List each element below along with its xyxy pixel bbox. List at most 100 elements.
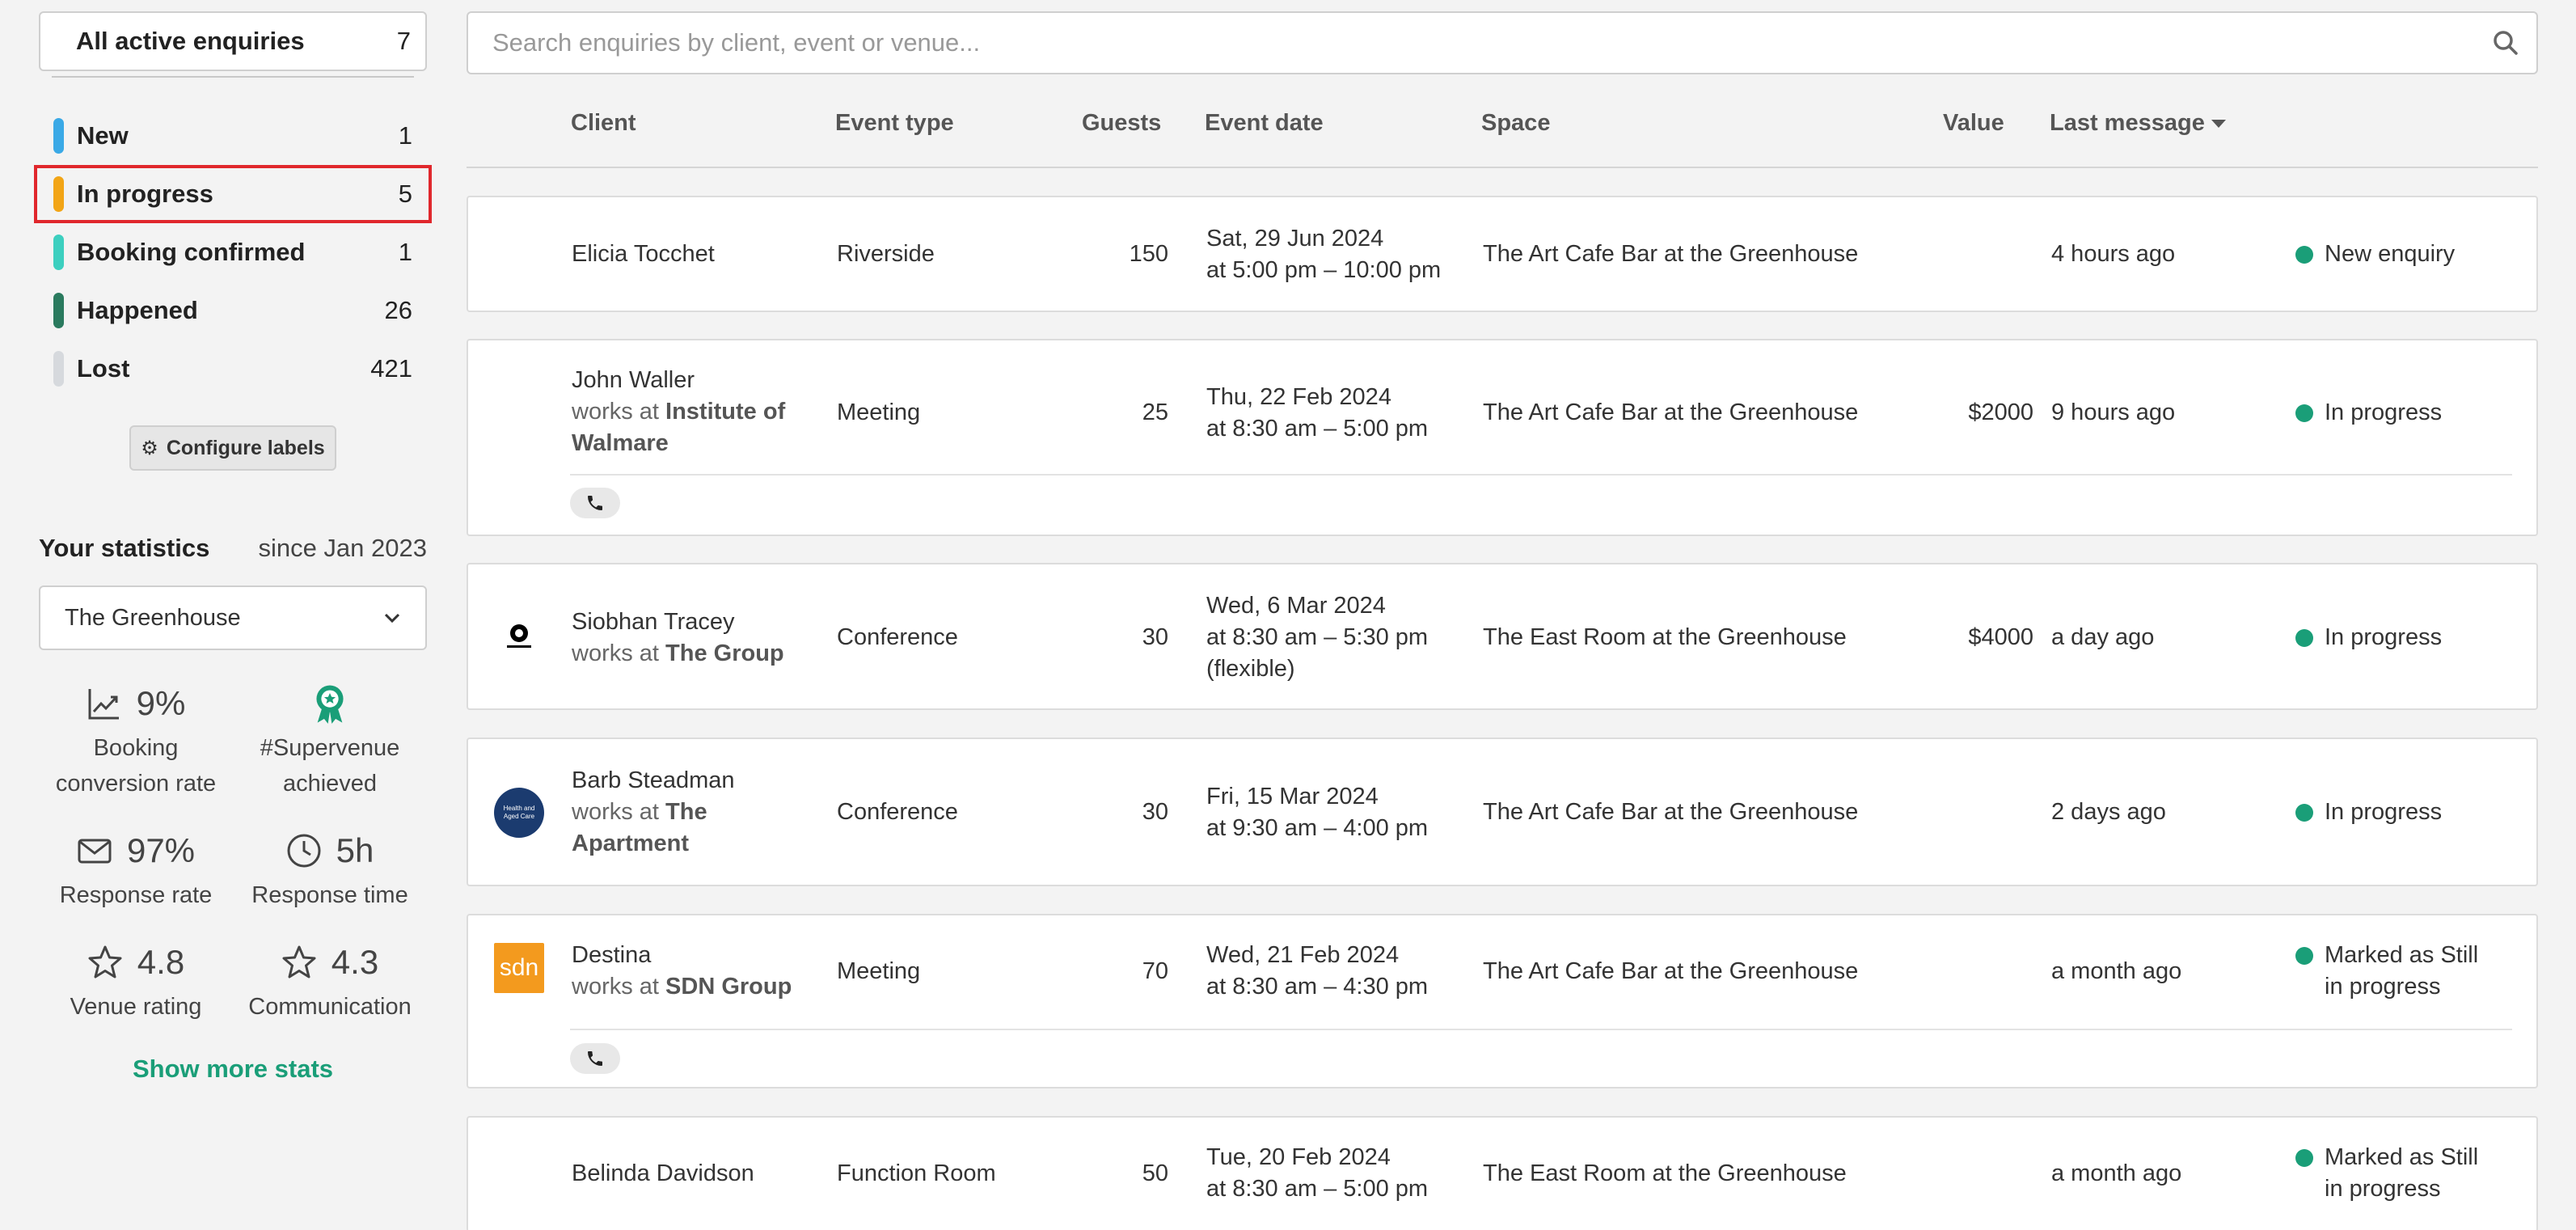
- event-date-day: Fri, 15 Mar 2024: [1206, 784, 1379, 809]
- column-header-event-date[interactable]: Event date: [1205, 110, 1324, 137]
- label-color-marker: [53, 293, 64, 328]
- filter-count: 7: [396, 27, 411, 55]
- enquiries-panel: Client Event type Guests Event date Spac…: [467, 11, 2538, 1230]
- enquiry-value: $2000: [1968, 399, 2033, 425]
- company-logo: [494, 611, 544, 661]
- event-date-time: at 8:30 am – 5:30 pm: [1206, 624, 1429, 650]
- event-date: Sat, 29 Jun 2024 at 5:00 pm – 10:00 pm: [1206, 223, 1441, 286]
- guest-count: 25: [1142, 399, 1168, 425]
- stat-response-rate: 97% Response rate: [39, 826, 233, 911]
- client-company: SDN Group: [665, 974, 792, 1000]
- label-count: 26: [384, 296, 412, 324]
- guest-count: 30: [1142, 799, 1168, 825]
- stat-label: achieved: [282, 771, 378, 797]
- label-count: 1: [398, 121, 412, 150]
- event-type: Conference: [837, 799, 958, 825]
- enquiry-row[interactable]: Elicia Tocchet Riverside 150 Sat, 29 Jun…: [467, 196, 2538, 312]
- client-info: Destina works at SDN Group: [572, 940, 792, 1003]
- search-icon[interactable]: [2493, 30, 2519, 56]
- status-dot: [2295, 404, 2313, 422]
- client-company: The Group: [665, 640, 784, 666]
- space-name: The Art Cafe Bar at the Greenhouse: [1483, 399, 1859, 425]
- column-header-event-type[interactable]: Event type: [835, 110, 954, 137]
- enquiry-row[interactable]: Siobhan Tracey works at The Group Confer…: [467, 563, 2538, 710]
- stat-label: #Supervenue: [260, 735, 400, 761]
- event-type: Riverside: [837, 241, 935, 267]
- event-date: Tue, 20 Feb 2024 at 8:30 am – 5:00 pm: [1206, 1142, 1428, 1205]
- event-date-time: at 8:30 am – 4:30 pm: [1206, 974, 1429, 1000]
- works-at-prefix: works at: [572, 799, 666, 825]
- event-type: Meeting: [837, 958, 921, 984]
- enquiry-row[interactable]: Belinda Davidson Function Room 50 Tue, 2…: [467, 1116, 2538, 1230]
- stat-booking-conversion: 9% Booking conversion rate: [39, 679, 233, 799]
- company-logo: Health and Aged Care: [494, 788, 544, 838]
- call-button[interactable]: [570, 1043, 620, 1074]
- all-active-enquiries-filter[interactable]: All active enquiries 7: [39, 11, 427, 71]
- column-header-value[interactable]: Value: [1943, 110, 2004, 137]
- client-name: Barb Steadman: [572, 767, 735, 793]
- sdn-logo-icon: sdn: [500, 954, 538, 981]
- show-more-stats-link[interactable]: Show more stats: [39, 1055, 427, 1084]
- event-date-time: at 9:30 am – 4:00 pm: [1206, 815, 1429, 841]
- last-message-time: a day ago: [2051, 624, 2155, 650]
- status-dot: [2295, 246, 2313, 264]
- guest-count: 30: [1142, 624, 1168, 650]
- event-type: Function Room: [837, 1160, 996, 1186]
- svg-text:sdn: sdn: [500, 954, 538, 981]
- call-button[interactable]: [570, 488, 620, 518]
- stat-supervenue: #Supervenue achieved: [233, 679, 427, 799]
- last-message-time: 2 days ago: [2051, 799, 2166, 825]
- event-type: Meeting: [837, 399, 921, 425]
- column-header-guests[interactable]: Guests: [1082, 110, 1161, 137]
- client-name: John Waller: [572, 367, 695, 393]
- status-badge: In progress: [2295, 797, 2442, 828]
- last-message-time: a month ago: [2051, 958, 2182, 984]
- status-text: New enquiry: [2325, 241, 2456, 267]
- column-header-space[interactable]: Space: [1481, 110, 1550, 137]
- client-info: John Waller works at Institute of Walmar…: [572, 365, 785, 459]
- guest-count: 50: [1142, 1160, 1168, 1186]
- column-header-client[interactable]: Client: [571, 110, 636, 137]
- search-input[interactable]: [492, 28, 2316, 57]
- event-date-day: Tue, 20 Feb 2024: [1206, 1144, 1391, 1170]
- works-at-prefix: works at: [572, 640, 666, 666]
- event-date-day: Wed, 21 Feb 2024: [1206, 942, 1400, 968]
- label-filter-lost[interactable]: Lost 421: [39, 340, 427, 398]
- phone-icon: [588, 496, 602, 510]
- status-dot: [2295, 629, 2313, 647]
- star-icon: [282, 945, 316, 979]
- table-header: Client Event type Guests Event date Spac…: [467, 74, 2538, 168]
- space-name: The East Room at the Greenhouse: [1483, 1160, 1847, 1186]
- venue-select[interactable]: The Greenhouse: [39, 585, 427, 650]
- stat-response-time: 5h Response time: [233, 826, 427, 911]
- event-date: Wed, 6 Mar 2024 at 8:30 am – 5:30 pm (fl…: [1206, 590, 1428, 685]
- enquiry-row[interactable]: John Waller works at Institute of Walmar…: [467, 339, 2538, 536]
- enquiry-row[interactable]: sdn Destina works at SDN Group Meeting 7…: [467, 914, 2538, 1088]
- envelope-icon: [78, 839, 112, 864]
- label-filter-in-progress[interactable]: In progress 5: [34, 165, 432, 223]
- label-name: Lost: [77, 354, 130, 383]
- works-at-prefix: works at: [572, 399, 666, 425]
- enquiry-row[interactable]: Health and Aged Care Barb Steadman works …: [467, 738, 2538, 886]
- space-name: The East Room at the Greenhouse: [1483, 624, 1847, 650]
- label-filter-new[interactable]: New 1: [39, 107, 427, 165]
- event-type: Conference: [837, 624, 958, 650]
- event-date-time: at 8:30 am – 5:00 pm: [1206, 1176, 1429, 1202]
- event-date-day: Sat, 29 Jun 2024: [1206, 226, 1384, 251]
- stat-value: 9%: [136, 684, 186, 722]
- label-filter-happened[interactable]: Happened 26: [39, 281, 427, 340]
- stat-label: Response rate: [59, 882, 213, 908]
- stat-label: Booking: [93, 735, 179, 761]
- column-header-last-message[interactable]: Last message: [2050, 110, 2226, 137]
- status-badge: Marked as Still in progress: [2295, 940, 2478, 1003]
- configure-labels-button[interactable]: ⚙ Configure labels: [129, 425, 336, 471]
- stat-label: Communication: [248, 994, 412, 1020]
- stat-label: Response time: [251, 882, 408, 908]
- gear-icon: ⚙: [141, 437, 158, 459]
- macquarie-logo-icon: [507, 624, 531, 648]
- client-company: The: [665, 799, 707, 825]
- stat-value: 5h: [336, 831, 374, 869]
- stat-value: 4.8: [137, 943, 185, 981]
- label-filter-booking-confirmed[interactable]: Booking confirmed 1: [39, 223, 427, 281]
- label-count: 1: [398, 238, 412, 266]
